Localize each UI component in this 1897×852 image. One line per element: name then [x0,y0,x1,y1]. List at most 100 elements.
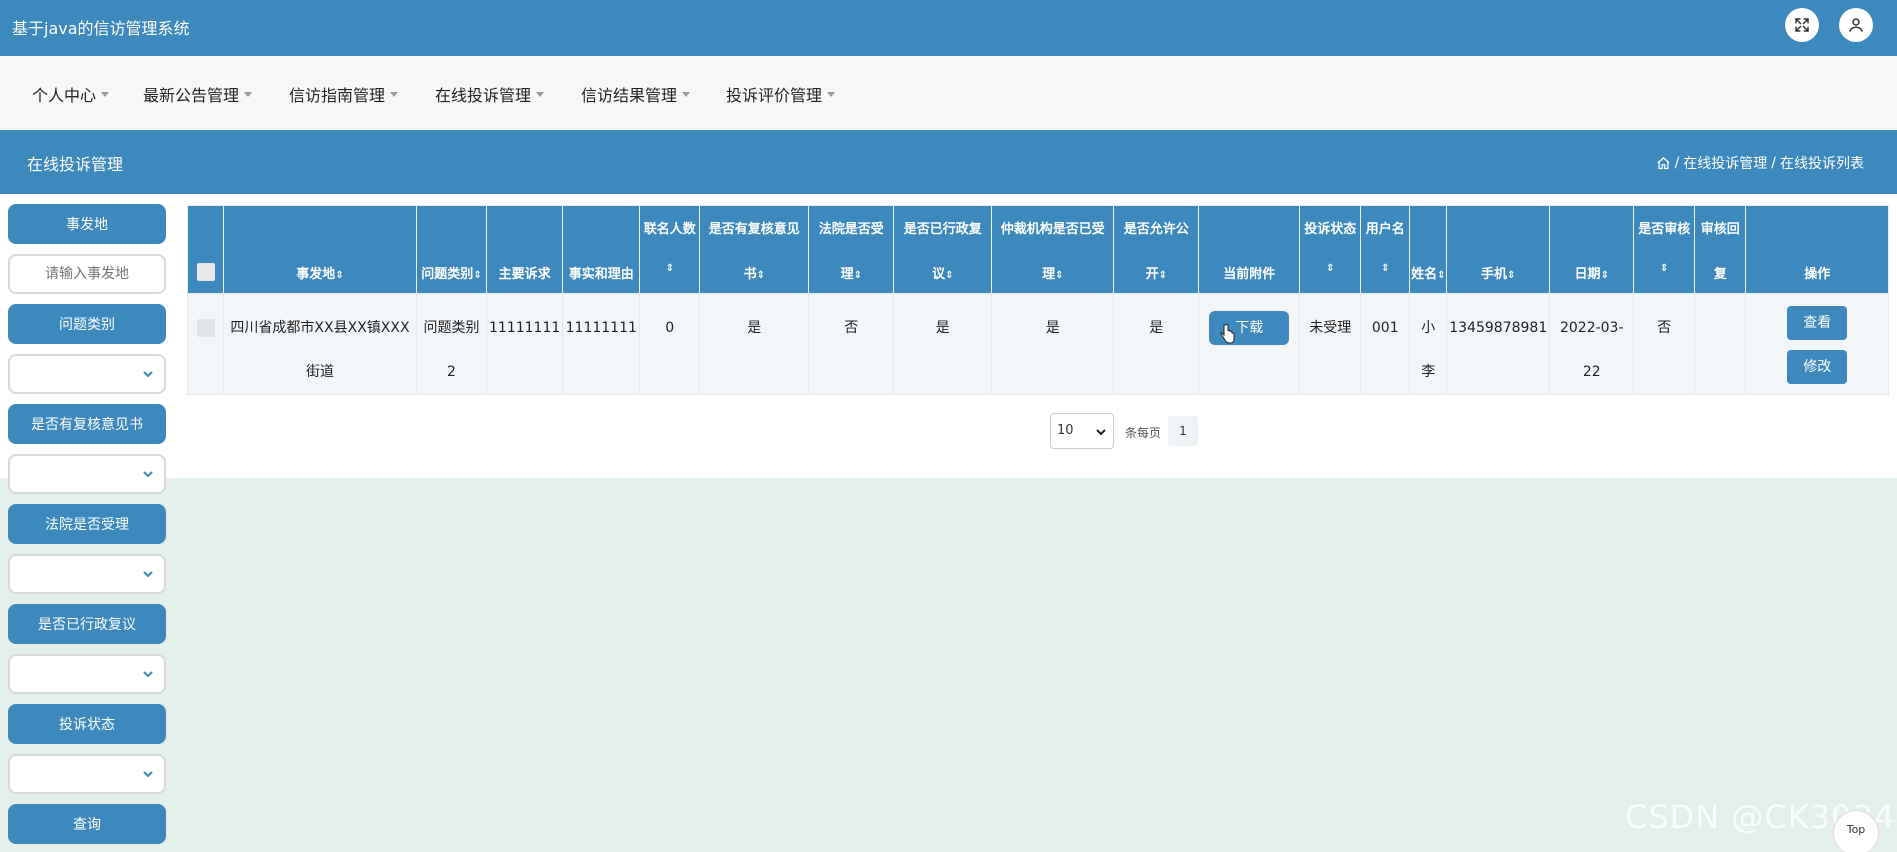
nav-item-evaluations[interactable]: 投诉评价管理 [726,82,836,106]
caret-down-icon [244,92,253,97]
sort-icon: ⇕ [1055,270,1064,281]
chevron-down-icon [143,371,153,378]
category-filter-label: 问题类别 [8,304,166,344]
sort-icon: ⇕ [1660,263,1669,274]
header-category[interactable]: 问题类别⇕ [416,205,487,294]
home-icon[interactable] [1656,156,1671,171]
header-username[interactable]: 用户名 ⇕ [1360,205,1411,294]
query-button[interactable]: 查询 [8,804,166,844]
page-header: 在线投诉管理 / 在线投诉管理 / 在线投诉列表 [0,130,1897,194]
cell-name: 小李 [1409,293,1448,395]
court-filter-label: 法院是否受理 [8,504,166,544]
cell-attachment: 下载 [1198,293,1301,395]
header-date[interactable]: 日期⇕ [1549,205,1635,294]
review-select[interactable] [8,454,166,494]
cell-audited: 否 [1633,293,1696,395]
header-joint-count[interactable]: 联名人数 ⇕ [639,205,701,294]
header-court[interactable]: 法院是否受 理⇕ [808,205,895,294]
header-attachment: 当前附件 [1198,205,1301,294]
top-bar: 基于java的信访管理系统 [0,0,1897,56]
sort-icon: ⇕ [1600,270,1609,281]
status-filter-label: 投诉状态 [8,704,166,744]
breadcrumb-item-complaints[interactable]: 在线投诉管理 [1683,153,1767,173]
back-to-top-button[interactable]: Top [1833,810,1879,852]
header-facts: 事实和理由 [562,205,641,294]
cell-phone: 13459878981 [1446,293,1551,395]
page-number-button[interactable]: 1 [1168,416,1198,446]
nav-item-personal-center[interactable]: 个人中心 [32,82,110,106]
chevron-down-icon [143,771,153,778]
table-row: 四川省成都市XX县XX镇XXX 街道 问题类别 2 11111111 1111111… [187,293,1890,395]
main-nav: 个人中心 最新公告管理 信访指南管理 在线投诉管理 信访结果管理 投诉评价管理 [0,56,1897,130]
header-audit-reply: 审核回复 [1694,205,1747,294]
cell-review: 是 [699,293,810,395]
page-size-select[interactable]: 10 [1050,413,1114,449]
cell-facts: 11111111 [562,293,641,395]
admin-review-filter-label: 是否已行政复议 [8,604,166,644]
user-button[interactable] [1839,8,1873,42]
review-filter-label: 是否有复核意见书 [8,404,166,444]
breadcrumb-separator: / [1674,155,1680,171]
edit-button[interactable]: 修改 [1787,350,1848,384]
fullscreen-button[interactable] [1785,8,1819,42]
sort-icon: ⇕ [756,270,765,281]
cell-category: 问题类别 2 [416,293,487,395]
breadcrumb: / 在线投诉管理 / 在线投诉列表 [1656,153,1864,173]
location-filter-label: 事发地 [8,204,166,244]
sort-icon: ⇕ [945,270,954,281]
cell-joint-count: 0 [639,293,701,395]
header-location[interactable]: 事发地⇕ [223,205,417,294]
header-audited[interactable]: 是否审核 ⇕ [1633,205,1696,294]
sort-icon: ⇕ [1381,263,1390,274]
cell-audit-reply [1694,293,1747,395]
user-icon [1849,18,1863,32]
caret-down-icon [827,92,836,97]
header-arbitration[interactable]: 仲裁机构是否已受 理⇕ [991,205,1115,294]
location-search-input[interactable] [8,254,166,294]
chevron-down-icon [143,671,153,678]
cell-username: 001 [1360,293,1411,395]
header-phone[interactable]: 手机⇕ [1446,205,1551,294]
header-review[interactable]: 是否有复核意见 书⇕ [699,205,810,294]
status-select[interactable] [8,754,166,794]
nav-item-guide[interactable]: 信访指南管理 [289,82,399,106]
header-public[interactable]: 是否允许公 开⇕ [1113,205,1200,294]
cell-location: 四川省成都市XX县XX镇XXX 街道 [223,293,417,395]
sort-icon: ⇕ [1326,263,1335,274]
hand-cursor-icon [1220,323,1235,344]
cell-actions: 查看 修改 [1745,293,1890,395]
sort-icon: ⇕ [1158,270,1167,281]
chevron-down-icon [1096,429,1106,436]
header-main-claim: 主要诉求 [485,205,564,294]
admin-review-select[interactable] [8,654,166,694]
header-name[interactable]: 姓名⇕ [1409,205,1448,294]
app-title: 基于java的信访管理系统 [12,19,190,38]
header-admin-review[interactable]: 是否已行政复 议⇕ [893,205,993,294]
per-page-label: 条每页 [1125,426,1162,440]
breadcrumb-item-list: 在线投诉列表 [1780,156,1864,172]
header-status[interactable]: 投诉状态 ⇕ [1299,205,1362,294]
nav-item-complaints[interactable]: 在线投诉管理 [435,82,545,106]
cell-court: 否 [808,293,895,395]
category-select[interactable] [8,354,166,394]
sort-icon: ⇕ [473,270,482,281]
row-checkbox[interactable] [196,319,215,337]
page-title: 在线投诉管理 [27,155,124,174]
court-select[interactable] [8,554,166,594]
table-header-row: 事发地⇕ 问题类别⇕ 主要诉求 事实和理由 联名人数 ⇕ 是否有复核意见 书⇕ 法院… [187,205,1890,294]
cell-admin-review: 是 [893,293,993,395]
view-button[interactable]: 查看 [1787,306,1848,340]
cell-date: 2022-03- 22 [1549,293,1635,395]
complaints-table: 事发地⇕ 问题类别⇕ 主要诉求 事实和理由 联名人数 ⇕ 是否有复核意见 书⇕ 法院… [187,205,1890,395]
sort-icon: ⇕ [1437,270,1446,281]
sort-icon: ⇕ [335,270,344,281]
chevron-down-icon [143,471,153,478]
nav-item-results[interactable]: 信访结果管理 [581,82,691,106]
caret-down-icon [536,92,545,97]
breadcrumb-separator: / [1771,155,1776,171]
caret-down-icon [101,92,110,97]
sort-icon: ⇕ [853,270,862,281]
download-button[interactable]: 下载 [1209,311,1290,345]
select-all-checkbox[interactable] [196,263,215,281]
nav-item-announcements[interactable]: 最新公告管理 [143,82,253,106]
